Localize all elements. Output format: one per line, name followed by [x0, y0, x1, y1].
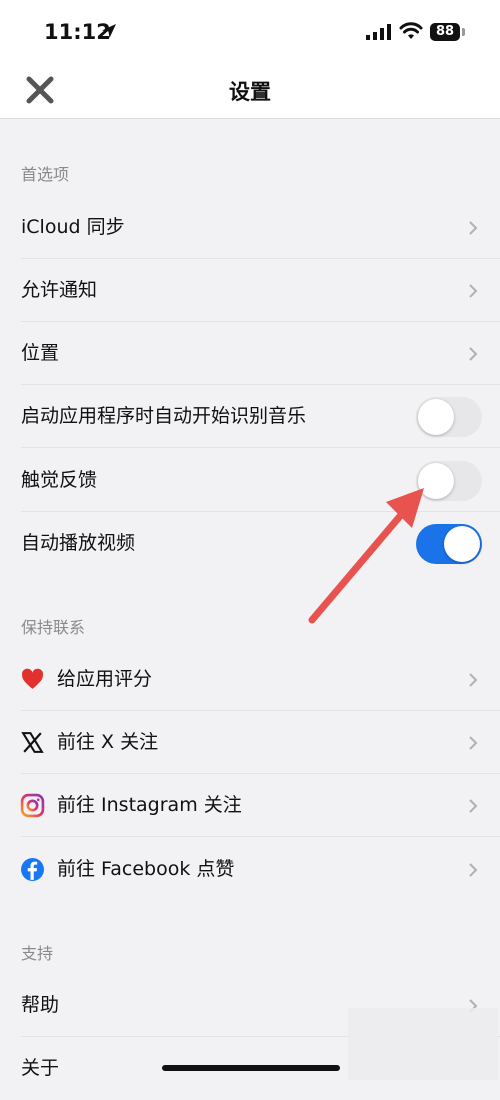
- row-label: 前往 Facebook 点赞: [57, 858, 235, 880]
- row-label: iCloud 同步: [21, 216, 125, 238]
- row-auto-recognize: 启动应用程序时自动开始识别音乐: [0, 385, 500, 448]
- auto-recognize-toggle[interactable]: [416, 397, 482, 437]
- row-label: 自动播放视频: [21, 532, 136, 554]
- wifi-icon: [399, 22, 423, 39]
- row-like-facebook[interactable]: 前往 Facebook 点赞: [0, 838, 500, 901]
- chevron-right-icon: [469, 736, 478, 750]
- cellular-signal-icon: [366, 24, 391, 40]
- chevron-right-icon: [469, 799, 478, 813]
- watermark: [348, 1008, 498, 1080]
- divider: [21, 447, 500, 448]
- toggle-knob: [444, 526, 480, 562]
- chevron-right-icon: [469, 347, 478, 361]
- instagram-icon: [20, 793, 45, 818]
- divider: [21, 836, 500, 837]
- page-title: 设置: [229, 80, 271, 104]
- row-allow-notifications[interactable]: 允许通知: [0, 259, 500, 322]
- section-header-preferences: 首选项: [21, 165, 70, 184]
- annotation-arrow-icon: [308, 488, 424, 624]
- row-label: 启动应用程序时自动开始识别音乐: [21, 405, 307, 427]
- toggle-knob: [418, 399, 454, 435]
- home-indicator: [162, 1065, 340, 1071]
- chevron-right-icon: [469, 673, 478, 687]
- section-header-support: 支持: [21, 944, 54, 963]
- row-follow-x[interactable]: 前往 X 关注: [0, 711, 500, 774]
- chevron-right-icon: [469, 221, 478, 235]
- row-rate-app[interactable]: 给应用评分: [0, 648, 500, 711]
- location-arrow-icon: [102, 24, 116, 38]
- status-bar: 11:12 88: [0, 0, 500, 64]
- row-location[interactable]: 位置: [0, 322, 500, 385]
- row-label: 前往 X 关注: [57, 731, 159, 753]
- x-logo-icon: [21, 732, 44, 753]
- row-follow-instagram[interactable]: 前往 Instagram 关注: [0, 774, 500, 837]
- heart-icon: [21, 668, 44, 689]
- battery-tip: [462, 28, 465, 36]
- row-icloud-sync[interactable]: iCloud 同步: [0, 196, 500, 259]
- battery-level: 88: [430, 23, 460, 41]
- row-label: 前往 Instagram 关注: [57, 794, 242, 816]
- chevron-right-icon: [469, 863, 478, 877]
- row-label: 帮助: [21, 994, 60, 1016]
- chevron-right-icon: [469, 284, 478, 298]
- row-label: 给应用评分: [57, 668, 153, 690]
- nav-bar: 设置: [0, 64, 500, 119]
- section-header-stay-connected: 保持联系: [21, 618, 86, 637]
- row-label: 关于: [21, 1057, 60, 1079]
- row-label: 位置: [21, 342, 60, 364]
- row-label: 触觉反馈: [21, 469, 98, 491]
- facebook-icon: [21, 858, 44, 881]
- row-label: 允许通知: [21, 279, 98, 301]
